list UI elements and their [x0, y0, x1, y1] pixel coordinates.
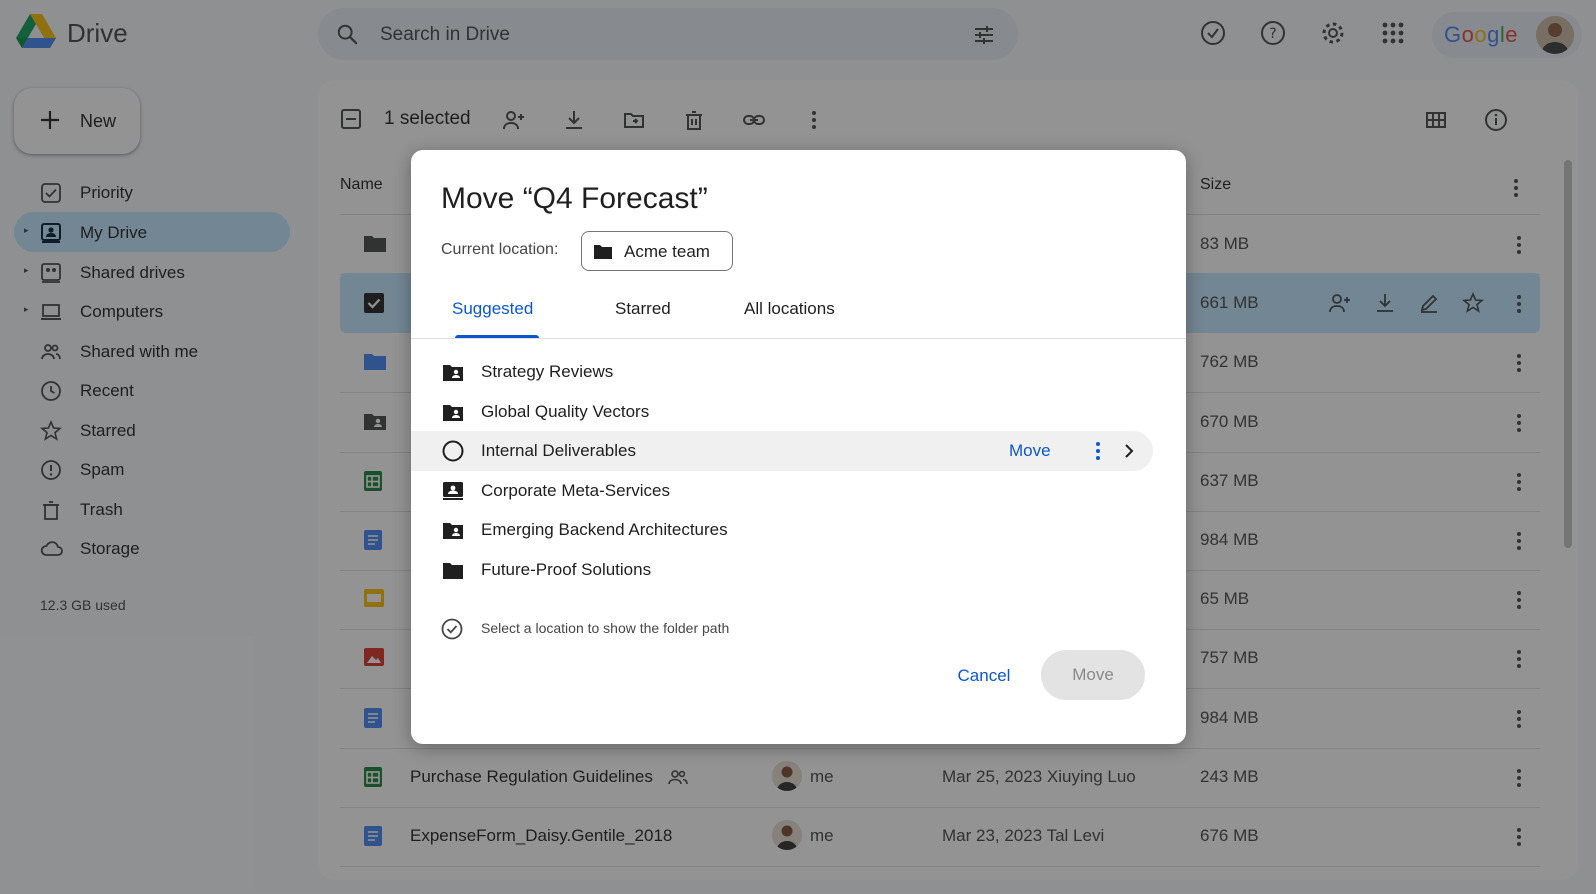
radio-icon[interactable] — [442, 440, 464, 462]
tab-starred[interactable]: Starred — [615, 299, 671, 319]
shared-folder-icon — [443, 403, 463, 421]
check-circle-icon — [441, 618, 463, 640]
chevron-right-icon[interactable] — [1121, 442, 1137, 460]
current-location-chip[interactable]: Acme team — [581, 231, 733, 271]
dialog-title: Move “Q4 Forecast” — [441, 182, 708, 215]
current-location-name: Acme team — [624, 242, 710, 261]
location-name: Internal Deliverables — [481, 441, 636, 460]
move-button[interactable]: Move — [1041, 650, 1145, 700]
tab-divider — [411, 338, 1186, 339]
location-name: Emerging Backend Architectures — [481, 520, 728, 539]
folder-path-hint: Select a location to show the folder pat… — [481, 620, 730, 636]
move-dialog: Move “Q4 Forecast” Current location: Acm… — [411, 150, 1186, 744]
shared-folder-icon — [443, 363, 463, 381]
location-item-corporate-meta-services[interactable]: Corporate Meta-Services — [411, 471, 1153, 511]
location-item-strategy-reviews[interactable]: Strategy Reviews — [411, 352, 1153, 392]
location-name: Global Quality Vectors — [481, 401, 650, 421]
location-more-icon[interactable] — [1089, 441, 1107, 461]
shared-drive-icon — [443, 481, 463, 500]
location-name: Future-Proof Solutions — [481, 559, 652, 579]
current-location-label: Current location: — [441, 241, 559, 258]
tab-suggested[interactable]: Suggested — [452, 299, 533, 319]
location-item-internal-deliverables[interactable]: Internal Deliverables Move — [411, 431, 1153, 471]
location-name: Strategy Reviews — [481, 362, 614, 381]
location-item-emerging-backend-architectures[interactable]: Emerging Backend Architectures — [411, 510, 1153, 550]
shared-folder-icon — [443, 521, 463, 539]
row-move-button[interactable]: Move — [1009, 441, 1051, 461]
cancel-button[interactable]: Cancel — [943, 654, 1025, 698]
location-item-future-proof-solutions[interactable]: Future-Proof Solutions — [411, 550, 1153, 590]
tab-all-locations[interactable]: All locations — [744, 299, 835, 319]
folder-icon — [443, 561, 463, 579]
location-item-global-quality-vectors[interactable]: Global Quality Vectors — [411, 392, 1153, 432]
folder-icon — [594, 243, 612, 259]
location-name: Corporate Meta-Services — [481, 480, 670, 500]
